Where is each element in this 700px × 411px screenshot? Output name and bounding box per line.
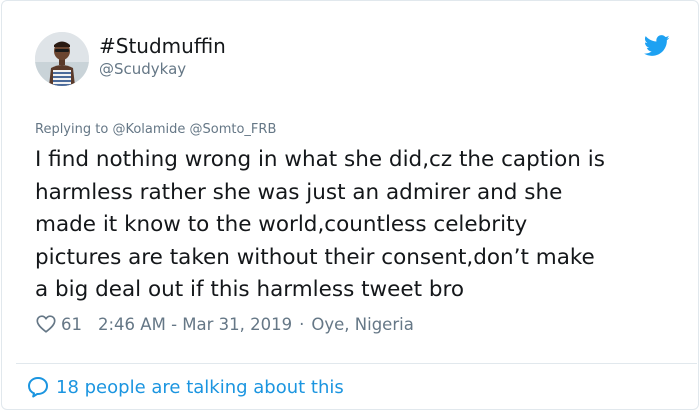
user-handle[interactable]: @Scudykay xyxy=(99,60,186,78)
tweet-text: I find nothing wrong in what she did,cz … xyxy=(35,147,605,302)
avatar-image xyxy=(35,32,89,86)
talking-about-text: 18 people are talking about this xyxy=(56,376,344,398)
location[interactable]: Oye, Nigeria xyxy=(311,315,413,334)
twitter-bird-icon[interactable] xyxy=(644,35,670,57)
tweet-card: #Studmuffin @Scudykay Replying to @Kolam… xyxy=(1,0,699,410)
replying-to-label: Replying to xyxy=(35,122,109,137)
speech-bubble-icon xyxy=(28,377,48,398)
divider xyxy=(16,363,697,364)
tweet-meta: 61 2:46 AM - Mar 31, 2019 · Oye, Nigeria xyxy=(35,312,414,336)
talking-about-link[interactable]: 18 people are talking about this xyxy=(26,374,344,400)
mention-link[interactable]: @Kolamide xyxy=(112,122,185,137)
mention-link[interactable]: @Somto_FRB xyxy=(190,122,277,137)
meta-separator: · xyxy=(299,314,305,334)
replying-to: Replying to @Kolamide @Somto_FRB xyxy=(35,122,276,138)
display-name[interactable]: #Studmuffin xyxy=(99,34,226,58)
timestamp[interactable]: 2:46 AM - Mar 31, 2019 xyxy=(98,315,292,334)
heart-icon[interactable] xyxy=(35,313,57,335)
avatar[interactable] xyxy=(35,32,89,86)
like-count[interactable]: 61 xyxy=(61,315,82,334)
